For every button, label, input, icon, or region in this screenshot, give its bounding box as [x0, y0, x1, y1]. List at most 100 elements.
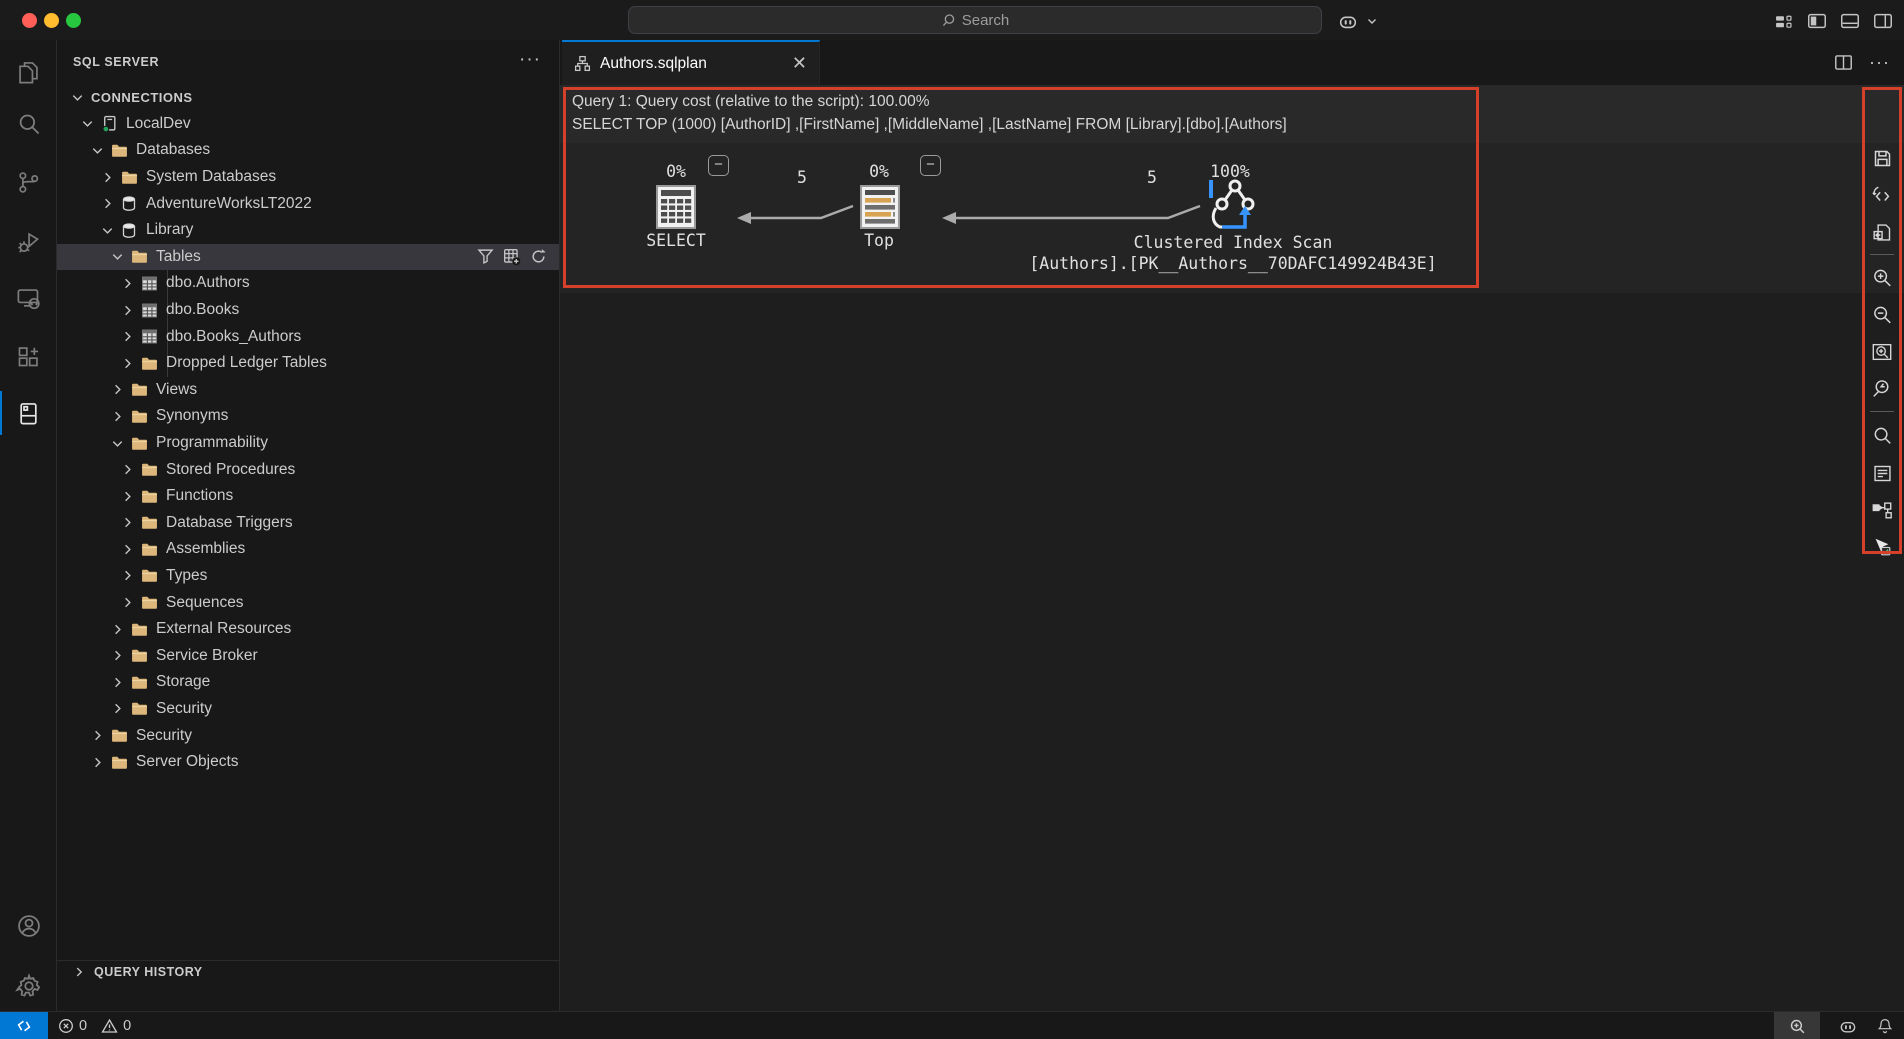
open-query-icon[interactable] — [1869, 219, 1895, 245]
filter-icon[interactable] — [477, 248, 494, 265]
tree-item-dbo-authors[interactable]: dbo.Authors — [57, 270, 559, 297]
tree-item-functions[interactable]: Functions — [57, 483, 559, 510]
operator-label-clustered-index-scan[interactable]: Clustered Index Scan — [1053, 233, 1413, 252]
chevron-right-icon[interactable] — [108, 700, 127, 717]
chevron-down-icon[interactable] — [88, 142, 107, 159]
clustered-index-scan-operator-icon[interactable] — [1202, 178, 1260, 234]
chevron-right-icon[interactable] — [118, 302, 137, 319]
more-actions-icon[interactable]: ··· — [519, 49, 541, 71]
tree-item-types[interactable]: Types — [57, 563, 559, 590]
chevron-down-icon[interactable] — [98, 222, 117, 239]
chevron-right-icon[interactable] — [69, 964, 88, 981]
chevron-right-icon[interactable] — [118, 275, 137, 292]
operator-sublabel-index-name[interactable]: [Authors].[PK__Authors__70DAFC149924B43E… — [1023, 254, 1443, 273]
tree-item-security-server[interactable]: Security — [57, 722, 559, 749]
tree-item-adventureworkslt2022[interactable]: AdventureWorksLT2022 — [57, 190, 559, 217]
panel-right-icon[interactable] — [1871, 9, 1895, 33]
search-icon[interactable] — [0, 100, 57, 148]
copilot-icon[interactable] — [1336, 9, 1360, 33]
tree-item-server-objects[interactable]: Server Objects — [57, 749, 559, 776]
tree-item-library[interactable]: Library — [57, 217, 559, 244]
chevron-right-icon[interactable] — [118, 488, 137, 505]
tree-item-synonyms[interactable]: Synonyms — [57, 403, 559, 430]
tab-authors-sqlplan[interactable]: Authors.sqlplan ✕ — [562, 40, 820, 85]
tree-item-databases[interactable]: Databases — [57, 137, 559, 164]
source-control-icon[interactable] — [0, 158, 57, 206]
run-debug-icon[interactable] — [0, 218, 57, 266]
settings-gear-icon[interactable] — [0, 962, 57, 1010]
save-plan-icon[interactable] — [1869, 145, 1895, 171]
tree-item-programmability[interactable]: Programmability — [57, 430, 559, 457]
tree-item-database-triggers[interactable]: Database Triggers — [57, 510, 559, 537]
show-query-xml-icon[interactable] — [1869, 182, 1895, 208]
tree-item-service-broker[interactable]: Service Broker — [57, 642, 559, 669]
search-input[interactable]: Search — [628, 6, 1322, 34]
remote-explorer-icon[interactable] — [0, 274, 57, 322]
sql-server-icon[interactable] — [0, 389, 57, 437]
collapse-node-button[interactable]: − — [920, 155, 941, 176]
chevron-right-icon[interactable] — [108, 647, 127, 664]
zoom-in-icon[interactable] — [1869, 265, 1895, 291]
panel-left-icon[interactable] — [1805, 9, 1829, 33]
chevron-down-icon[interactable] — [78, 115, 97, 132]
chevron-right-icon[interactable] — [88, 727, 107, 744]
chevron-right-icon[interactable] — [118, 328, 137, 345]
tree-item-dbo-books[interactable]: dbo.Books — [57, 297, 559, 324]
top-operator-icon[interactable] — [856, 184, 904, 230]
split-editor-icon[interactable] — [1834, 53, 1853, 72]
remote-indicator-icon[interactable] — [0, 1012, 48, 1039]
extensions-icon[interactable] — [0, 332, 57, 380]
result-operator-icon[interactable] — [650, 184, 702, 230]
problems-status[interactable]: 0 0 — [58, 1012, 131, 1039]
tree-item-external-resources[interactable]: External Resources — [57, 616, 559, 643]
tree-item-dropped-ledger-tables[interactable]: Dropped Ledger Tables — [57, 350, 559, 377]
chevron-right-icon[interactable] — [108, 621, 127, 638]
copilot-status-icon[interactable] — [1838, 1016, 1858, 1036]
plan-edge[interactable] — [735, 200, 855, 226]
chevron-down-icon[interactable] — [1360, 9, 1384, 33]
chevron-right-icon[interactable] — [118, 461, 137, 478]
panel-bottom-icon[interactable] — [1838, 9, 1862, 33]
toggle-tooltip-icon[interactable] — [1869, 534, 1895, 560]
zoom-status-icon[interactable] — [1774, 1012, 1820, 1039]
zoom-window-button[interactable] — [66, 13, 81, 28]
close-window-button[interactable] — [22, 13, 37, 28]
chevron-right-icon[interactable] — [108, 381, 127, 398]
plan-edge[interactable] — [940, 200, 1202, 226]
accounts-icon[interactable] — [0, 902, 57, 950]
tree-item-stored-procedures[interactable]: Stored Procedures — [57, 456, 559, 483]
tree-item-views[interactable]: Views — [57, 377, 559, 404]
chevron-right-icon[interactable] — [118, 567, 137, 584]
custom-zoom-icon[interactable] — [1869, 376, 1895, 402]
chevron-right-icon[interactable] — [118, 594, 137, 611]
chevron-right-icon[interactable] — [98, 195, 117, 212]
tree-item-storage[interactable]: Storage — [57, 669, 559, 696]
chevron-right-icon[interactable] — [118, 355, 137, 372]
operator-label-top[interactable]: Top — [829, 231, 929, 250]
chevron-right-icon[interactable] — [118, 541, 137, 558]
tree-item-tables[interactable]: Tables — [57, 243, 559, 271]
chevron-right-icon[interactable] — [98, 169, 117, 186]
refresh-icon[interactable] — [530, 248, 547, 265]
chevron-right-icon[interactable] — [108, 408, 127, 425]
collapse-node-button[interactable]: − — [708, 155, 729, 176]
chevron-right-icon[interactable] — [88, 754, 107, 771]
tree-item-assemblies[interactable]: Assemblies — [57, 536, 559, 563]
explorer-icon[interactable] — [0, 48, 57, 96]
bell-icon[interactable] — [1876, 1017, 1894, 1035]
query-history-section[interactable]: QUERY HISTORY — [57, 960, 559, 983]
chevron-down-icon[interactable] — [108, 248, 127, 265]
tree-item-localdev[interactable]: LocalDev — [57, 111, 559, 138]
chevron-down-icon[interactable] — [68, 89, 87, 106]
minimize-window-button[interactable] — [44, 13, 59, 28]
chevron-right-icon[interactable] — [118, 514, 137, 531]
layout-icon[interactable] — [1771, 9, 1795, 33]
find-node-icon[interactable] — [1869, 423, 1895, 449]
highlight-expensive-operation-icon[interactable] — [1869, 497, 1895, 523]
zoom-to-fit-icon[interactable] — [1869, 339, 1895, 365]
chevron-down-icon[interactable] — [108, 435, 127, 452]
chevron-right-icon[interactable] — [108, 674, 127, 691]
tree-item-dbo-books-authors[interactable]: dbo.Books_Authors — [57, 323, 559, 350]
close-icon[interactable]: ✕ — [792, 53, 807, 74]
zoom-out-icon[interactable] — [1869, 302, 1895, 328]
